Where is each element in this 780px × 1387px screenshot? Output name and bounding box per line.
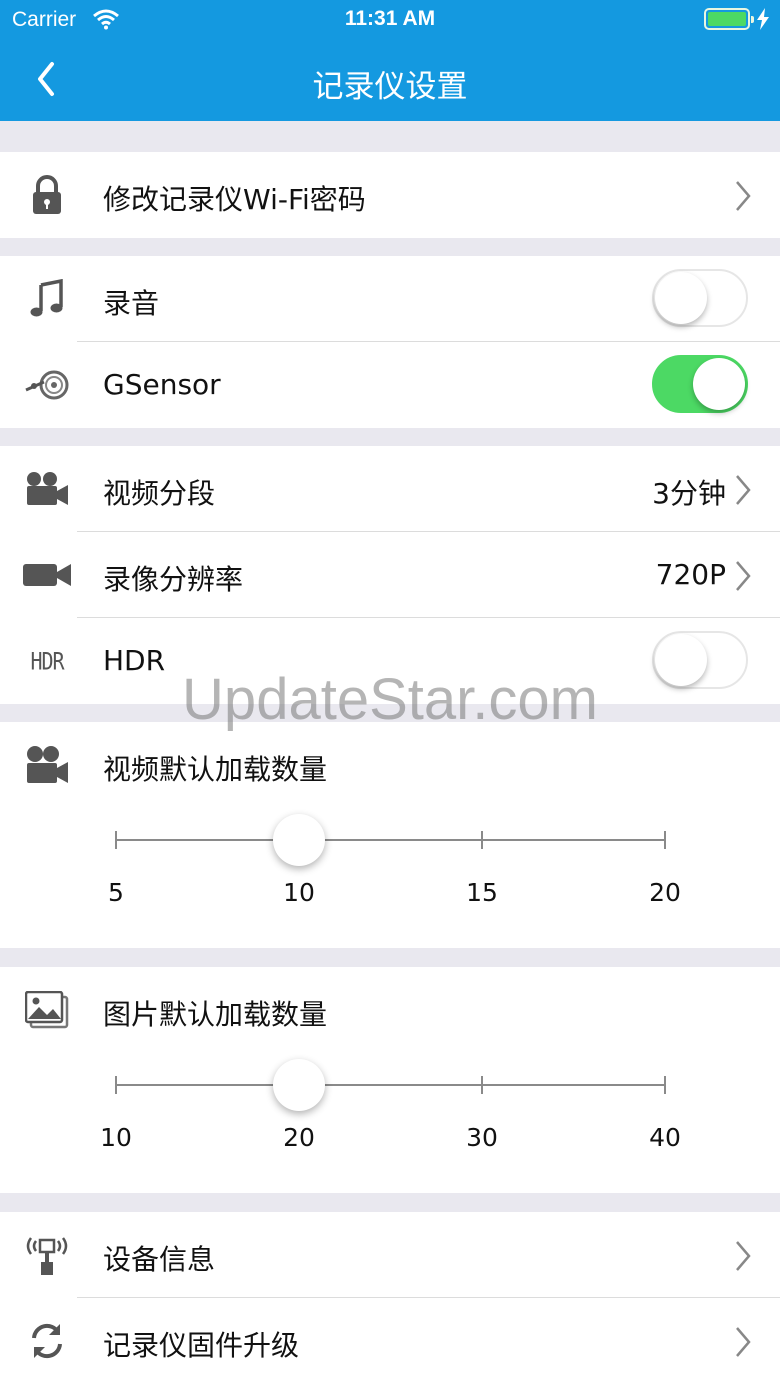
wifi-password-row[interactable]: 修改记录仪Wi-Fi密码 [0,152,780,238]
gsensor-row: GSensor [0,342,780,428]
chevron-right-icon [736,561,751,591]
video-load-label: 视频默认加载数量 [103,753,328,786]
video-section: 视频分段 3分钟 录像分辨率 720P HDR HDR [0,446,780,704]
chevron-right-icon [736,1327,751,1357]
slider-tick-label: 10 [100,1123,132,1152]
hdr-row: HDR HDR [0,618,780,704]
hdr-toggle[interactable] [652,631,748,689]
hdr-icon: HDR [30,646,64,676]
hdr-label: HDR [103,644,166,677]
device-info-row[interactable]: 设备信息 [0,1212,780,1298]
wifi-section: 修改记录仪Wi-Fi密码 [0,152,780,238]
resolution-row[interactable]: 录像分辨率 720P [0,532,780,618]
movie-camera-icon [22,742,72,788]
refresh-icon [22,1318,72,1364]
music-note-icon [22,276,72,322]
status-time: 11:31 AM [344,7,436,30]
slider-tick [115,1076,117,1094]
gsensor-toggle[interactable] [652,355,748,413]
gsensor-icon [22,362,72,408]
slider-tick [664,1076,666,1094]
slider-tick-label: 20 [283,1123,315,1152]
wifi-password-label: 修改记录仪Wi-Fi密码 [103,183,366,216]
slider-tick-label: 10 [283,878,315,907]
audio-label: 录音 [103,287,160,320]
video-load-header: 视频默认加载数量 [0,722,780,808]
photo-load-header: 图片默认加载数量 [0,967,780,1053]
slider-tick-label: 40 [649,1123,681,1152]
video-load-slider[interactable] [115,814,666,866]
image-icon [22,987,72,1033]
firmware-row[interactable]: 记录仪固件升级 [0,1298,780,1384]
page-title: 记录仪设置 [312,69,468,105]
slider-tick-label: 30 [466,1123,498,1152]
slider-tick-label: 15 [466,878,498,907]
segment-row[interactable]: 视频分段 3分钟 [0,446,780,532]
device-section: 设备信息 记录仪固件升级 [0,1212,780,1387]
device-info-label: 设备信息 [103,1243,216,1276]
slider-tick [664,831,666,849]
slider-thumb[interactable] [273,814,325,866]
photo-load-slider[interactable] [115,1059,666,1111]
slider-thumb[interactable] [273,1059,325,1111]
slider-tick [481,1076,483,1094]
slider-tick-label: 20 [649,878,681,907]
antenna-icon [22,1232,72,1278]
segment-label: 视频分段 [103,477,216,510]
audio-row: 录音 [0,256,780,342]
lock-icon [22,172,72,218]
video-load-section: 视频默认加载数量 5 10 15 20 [0,722,780,948]
resolution-label: 录像分辨率 [103,563,244,596]
sensor-section: 录音 GSensor [0,256,780,428]
camcorder-icon [22,552,72,598]
charging-icon [757,8,769,30]
chevron-right-icon [736,1241,751,1271]
slider-tick [115,831,117,849]
video-camera-icon [22,466,72,512]
photo-load-label: 图片默认加载数量 [103,998,328,1031]
battery-icon [704,8,754,30]
chevron-right-icon [736,181,751,211]
segment-value: 3分钟 [652,477,726,510]
photo-load-section: 图片默认加载数量 10 20 30 40 [0,967,780,1193]
resolution-value: 720P [655,558,726,591]
gsensor-label: GSensor [103,368,221,401]
audio-toggle[interactable] [652,269,748,327]
chevron-right-icon [736,475,751,505]
nav-bar: Carrier 11:31 AM 记录仪设置 [0,0,780,121]
slider-tick [481,831,483,849]
slider-tick-label: 5 [108,878,124,907]
status-bar: Carrier 11:31 AM [0,0,780,40]
firmware-label: 记录仪固件升级 [103,1329,300,1362]
